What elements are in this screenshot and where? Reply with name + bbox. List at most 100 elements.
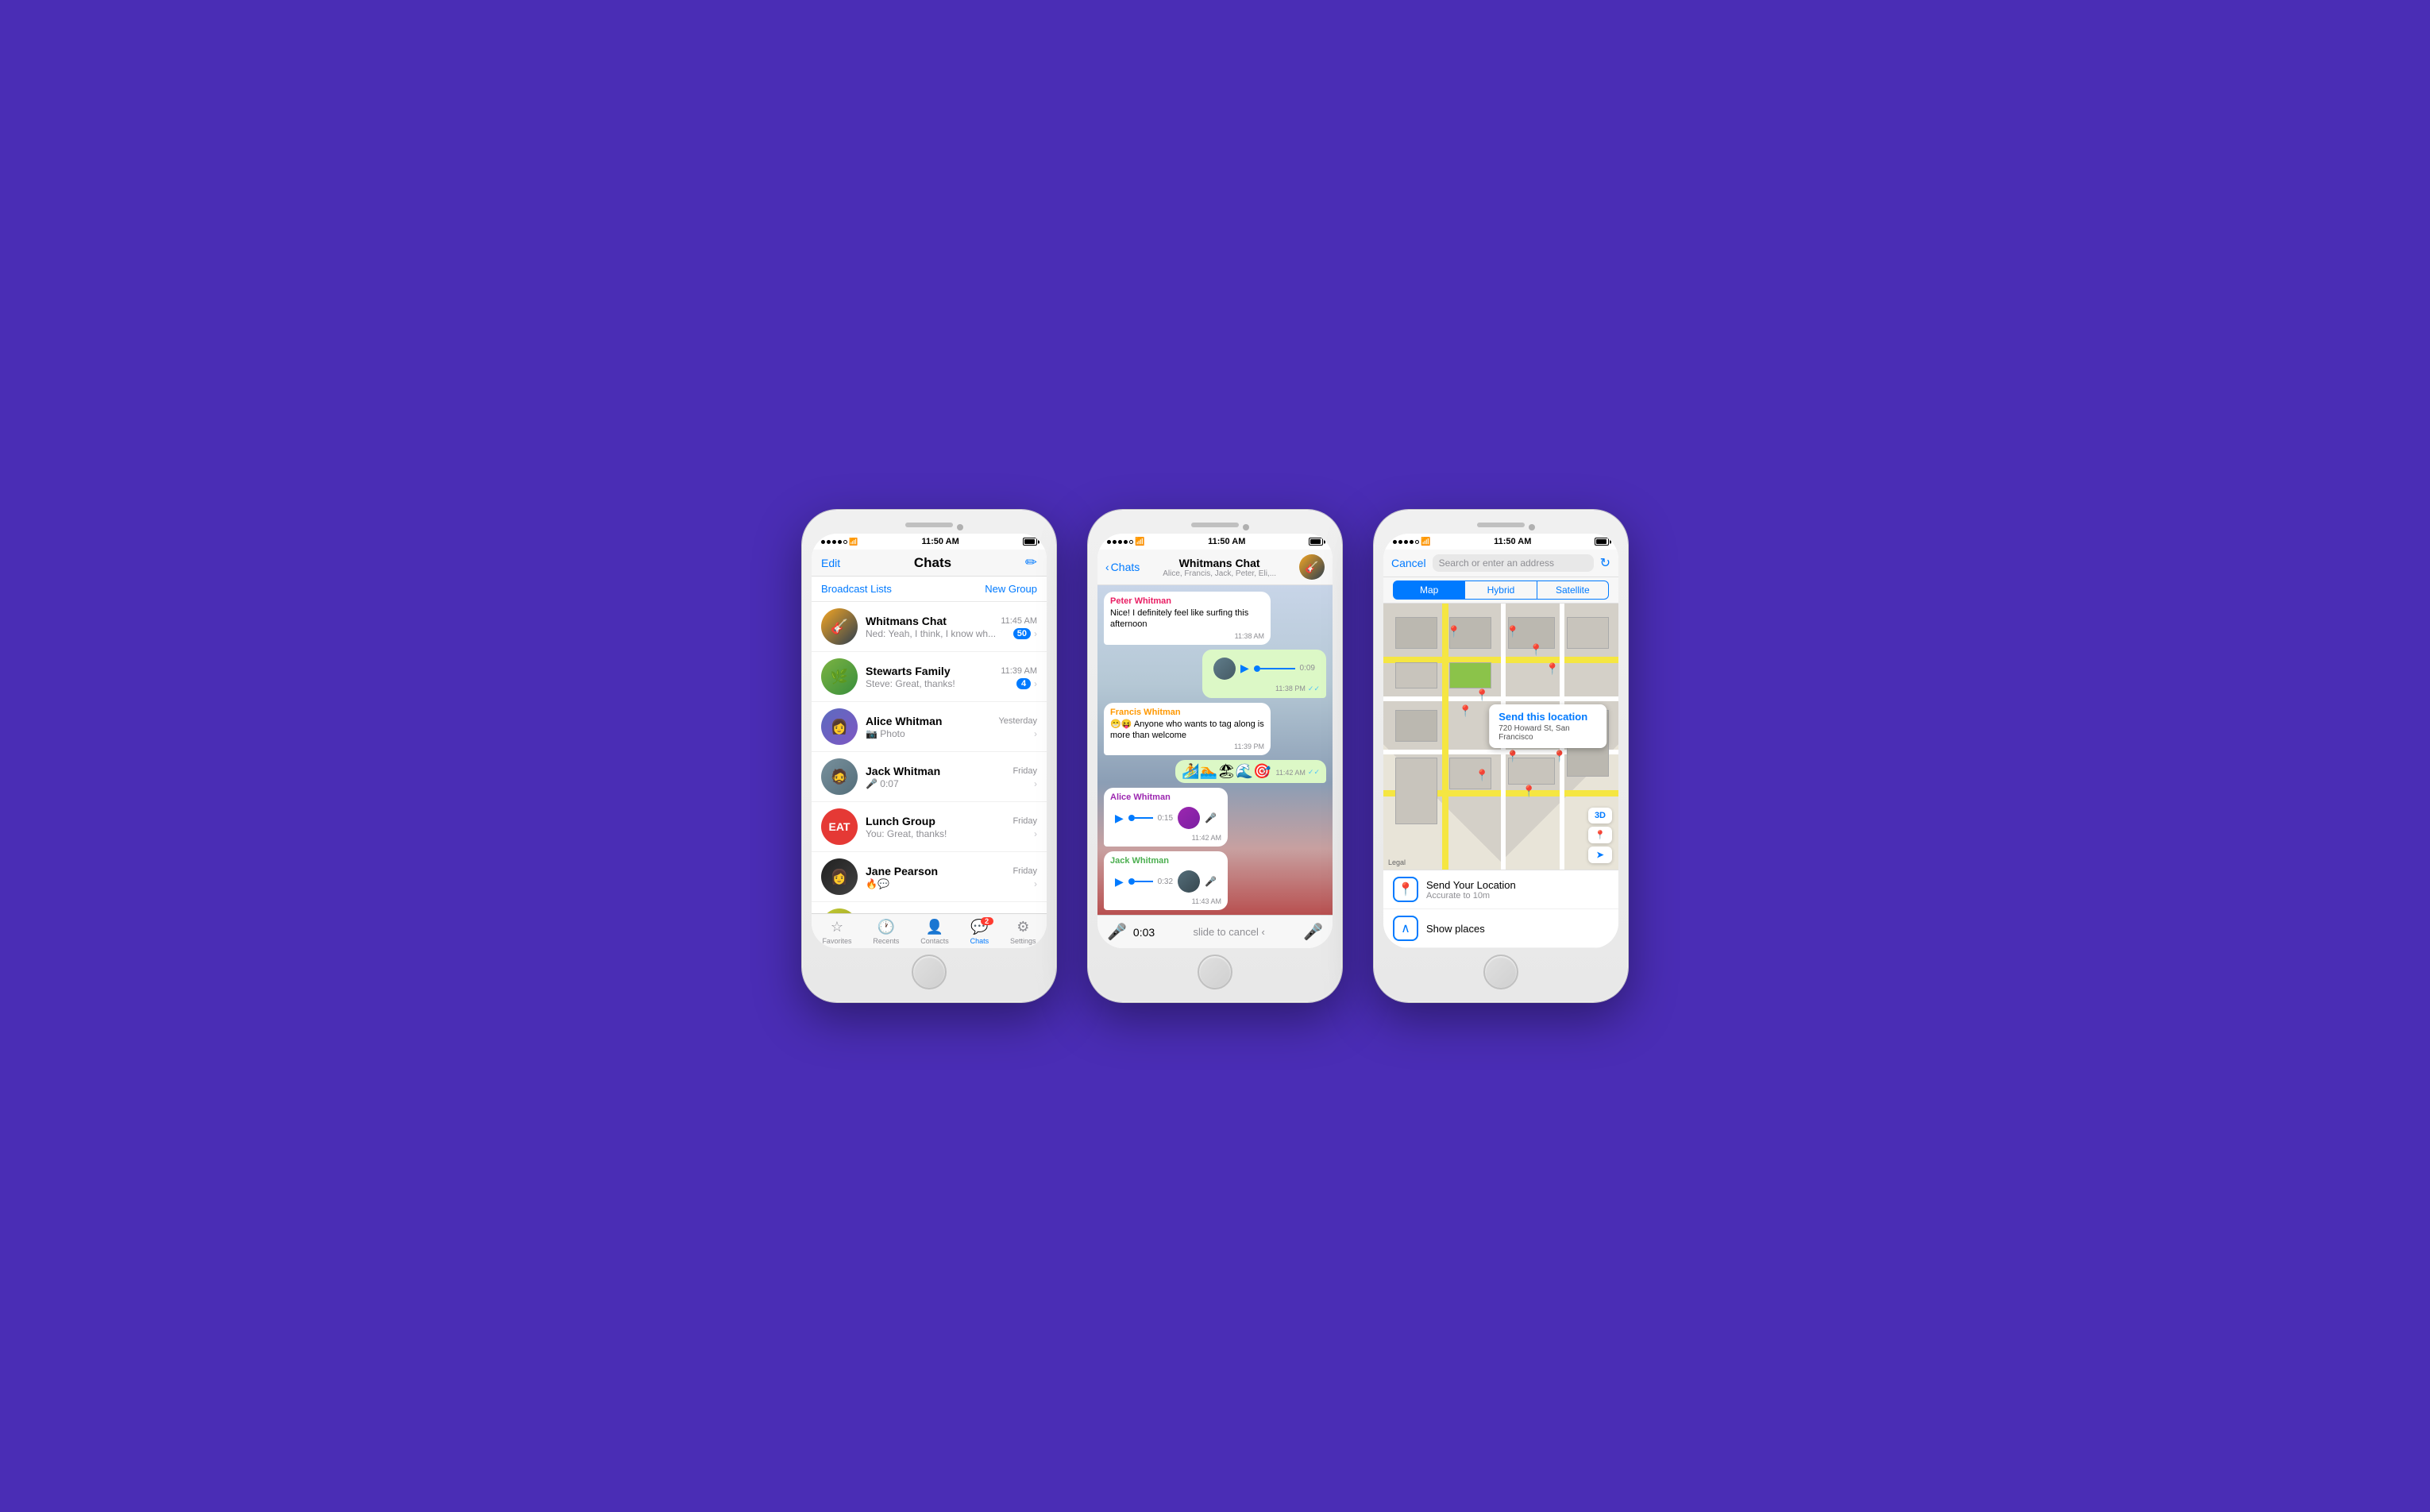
map-pin-7[interactable]: 📍 [1506,750,1519,763]
map-pin-3[interactable]: 📍 [1529,643,1543,657]
play-button-alice[interactable]: ▶ [1115,812,1124,825]
msg-meta-peter: 11:38 AM [1110,632,1264,640]
map-pin-4[interactable]: 📍 [1545,662,1559,676]
building-1 [1395,617,1437,649]
map-pin-1[interactable]: 📍 [1447,625,1460,638]
phone-2-screen: 📶 11:50 AM ‹ Chats Whitmans Chat Alice, [1097,534,1333,948]
map-pin-green-1[interactable]: 📍 [1475,688,1489,702]
phone-2: 📶 11:50 AM ‹ Chats Whitmans Chat Alice, [1088,510,1342,1002]
phone-1-home-button[interactable] [912,955,947,989]
back-button[interactable]: ‹ Chats [1105,561,1140,573]
tab-contacts[interactable]: 👤 Contacts [920,919,949,945]
map-search-field[interactable]: Search or enter an address [1433,554,1594,572]
show-places-icon: ∧ [1393,916,1418,941]
p2-dot-2 [1113,540,1117,544]
chat-name-row-lunch: Lunch Group Friday [866,815,1037,827]
show-places-title: Show places [1426,923,1609,935]
chat-item-jack[interactable]: 🧔 Jack Whitman Friday 🎤 0:07 › [812,752,1047,802]
msg-time-alice: 11:42 AM [1192,834,1221,842]
chat-time-alice: Yesterday [998,716,1037,726]
signal-dot-3 [832,540,836,544]
tab-chats[interactable]: 💬 2 Chats [970,919,989,945]
p2-dot-1 [1107,540,1111,544]
map-pin-10[interactable]: 📍 [1522,785,1536,798]
segment-satellite[interactable]: Satellite [1537,580,1609,600]
map-pin-5[interactable]: 📍 [1459,704,1472,718]
chevron-stewarts: › [1034,678,1037,689]
phone-3-home-button[interactable] [1483,955,1518,989]
contacts-icon: 👤 [926,919,943,935]
chat-name-jack: Jack Whitman [866,765,940,777]
wifi-icon: 📶 [849,538,858,546]
audio-duration-1: 0:09 [1300,664,1315,673]
chats-nav-bar: Edit Chats ✏ [812,550,1047,577]
slide-to-cancel: slide to cancel ‹ [1161,926,1297,938]
chat-nav-center: Whitmans Chat Alice, Francis, Jack, Pete… [1144,557,1294,578]
segment-map[interactable]: Map [1393,580,1465,600]
map-refresh-button[interactable]: ↻ [1600,555,1610,571]
map-pin-2[interactable]: 📍 [1506,625,1519,638]
phone-2-status-bar: 📶 11:50 AM [1097,534,1333,550]
chat-name-whitmans: Whitmans Chat [866,615,947,627]
edit-button[interactable]: Edit [821,557,840,569]
phone-2-status-left: 📶 [1107,538,1144,546]
map-cancel-button[interactable]: Cancel [1391,557,1426,569]
wave-line-jack-1 [1135,881,1153,882]
msg-sender-peter: Peter Whitman [1110,596,1264,606]
p3-dot-1 [1393,540,1397,544]
broadcast-lists-button[interactable]: Broadcast Lists [821,583,892,595]
msg-sender-jack-1: Jack Whitman [1110,856,1221,866]
send-location-button[interactable]: 📍 Send Your Location Accurate to 10m [1383,870,1618,909]
new-group-button[interactable]: New Group [985,583,1037,595]
msg-sender-alice: Alice Whitman [1110,793,1221,802]
building-park [1449,662,1491,689]
signal-dot-2 [827,540,831,544]
segment-hybrid[interactable]: Hybrid [1465,580,1537,600]
play-button-1[interactable]: ▶ [1240,662,1249,675]
tab-contacts-label: Contacts [920,937,949,945]
chat-info-jack: Jack Whitman Friday 🎤 0:07 › [866,765,1037,789]
chat-item-whitmans[interactable]: 🎸 Whitmans Chat 11:45 AM Ned: Yeah, I th… [812,602,1047,652]
phone-3: 📶 11:50 AM Cancel Search or enter an add… [1374,510,1628,1002]
chat-nav-avatar[interactable]: 🎸 [1299,554,1325,580]
p2-dot-5 [1129,540,1133,544]
show-places-button[interactable]: ∧ Show places [1383,909,1618,948]
tab-favorites[interactable]: ☆ Favorites [822,919,851,945]
play-button-jack-1[interactable]: ▶ [1115,875,1124,889]
chevron-jack: › [1034,778,1037,789]
broadcast-row: Broadcast Lists New Group [812,577,1047,602]
map-pin-8[interactable]: 📍 [1475,769,1489,782]
chat-item-stewarts[interactable]: 🌿 Stewarts Family 11:39 AM Steve: Great,… [812,652,1047,702]
audio-content-alice: ▶ 0:15 🎤 [1110,804,1221,832]
compose-button[interactable]: ✏ [1025,554,1037,571]
chat-preview-whitmans: Ned: Yeah, I think, I know wh... [866,628,1010,639]
audio-duration-alice: 0:15 [1158,814,1173,823]
chat-item-alice[interactable]: 👩 Alice Whitman Yesterday 📷 Photo › [812,702,1047,752]
tab-recents[interactable]: 🕐 Recents [873,919,899,945]
phone-2-time: 11:50 AM [1208,537,1245,546]
map-pin-button[interactable]: 📍 [1588,827,1612,843]
location-card[interactable]: Send this location 720 Howard St, San Fr… [1489,704,1606,748]
audio-wave-alice [1128,810,1153,826]
phone-2-home-button[interactable] [1198,955,1232,989]
map-segment-control: Map Hybrid Satellite [1383,577,1618,604]
map-pin-9[interactable]: 📍 [1552,750,1566,763]
tab-settings[interactable]: ⚙ Settings [1010,919,1036,945]
chat-item-birthday[interactable]: 🏖 Birthday Photos Friday Francis: › [812,902,1047,913]
avatar-jack: 🧔 [821,758,858,795]
chevron-whitmans: › [1034,628,1037,639]
phone-1-status-right [1023,538,1037,546]
building-7 [1395,710,1437,742]
battery-icon [1023,538,1037,546]
map-location-button[interactable]: ➤ [1588,847,1612,863]
msg-check-emoji: ✓✓ [1308,768,1320,777]
msg-alice-audio: Alice Whitman ▶ 0:15 🎤 11:42 AM [1104,788,1228,847]
map-3d-button[interactable]: 3D [1588,808,1612,824]
recording-mic-right-icon[interactable]: 🎤 [1303,922,1323,942]
chat-item-lunch[interactable]: EAT Lunch Group Friday You: Great, thank… [812,802,1047,852]
chat-item-jane[interactable]: 👩 Jane Pearson Friday 🔥💬 › [812,852,1047,902]
p3-dot-4 [1410,540,1414,544]
chat-info-jane: Jane Pearson Friday 🔥💬 › [866,865,1037,889]
msg-time-audio-1: 11:38 PM [1275,685,1306,692]
chat-name-row-stewarts: Stewarts Family 11:39 AM [866,665,1037,677]
